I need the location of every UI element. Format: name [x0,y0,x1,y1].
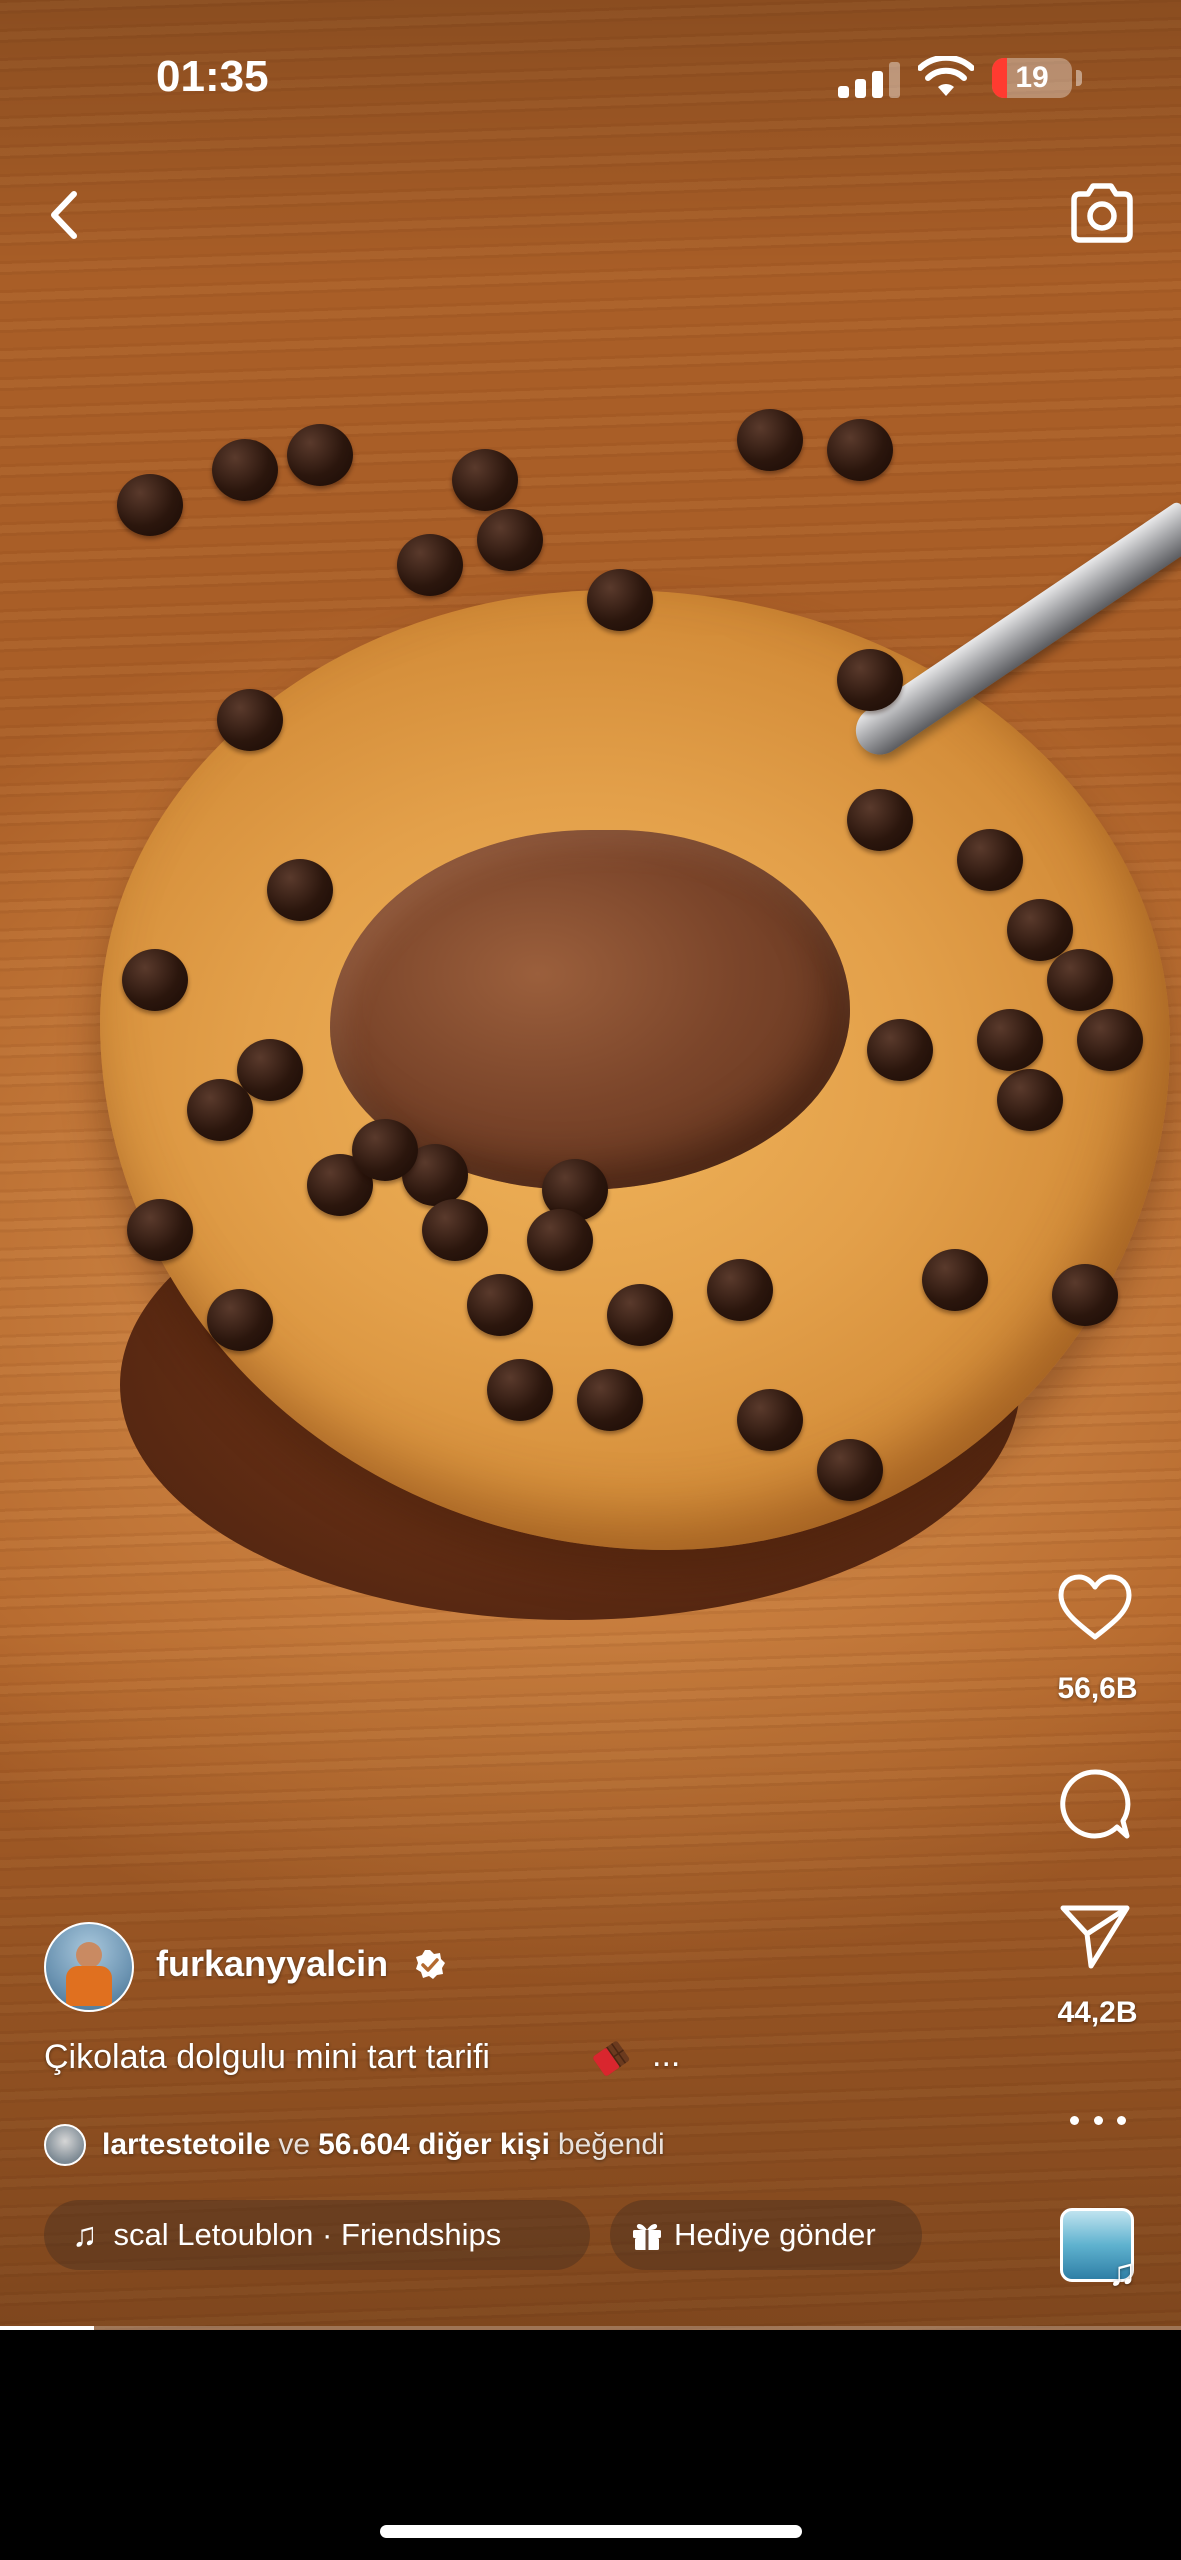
chocolate-chip [1047,949,1113,1011]
chocolate-chip [127,1199,193,1261]
chocolate-chip [867,1019,933,1081]
chocolate-chip [217,689,283,751]
first-liker: lartestetoile [102,2128,271,2161]
chocolate-chip [707,1259,773,1321]
avatar-head [76,1942,102,1968]
chocolate-chip [307,1154,373,1216]
tart-plate [120,1150,1020,1620]
chocolate-filling [330,830,850,1190]
chocolate-chip [212,439,278,501]
chocolate-chip [837,649,903,711]
comment-button[interactable] [1055,1764,1135,1844]
heart-icon [1058,1574,1132,1640]
chocolate-chip [352,1119,418,1181]
chocolate-chip [587,569,653,631]
send-icon [1060,1905,1130,1969]
audio-track: scal Letoublon · Friendships [113,2217,502,2252]
chevron-left-icon[interactable] [36,180,92,250]
chocolate-chip [997,1069,1063,1131]
chocolate-chip [1077,1009,1143,1071]
cookie-tart [100,590,1170,1550]
chocolate-chip [847,789,913,851]
like-button[interactable] [1055,1568,1135,1648]
chocolate-chip [122,949,188,1011]
chocolate-chip [477,509,543,571]
avatar-body [66,1966,112,2006]
share-button[interactable] [1055,1896,1135,1976]
chocolate-chip [207,1289,273,1351]
chocolate-chip [527,1209,593,1271]
music-note-icon: ♫ [1108,2252,1137,2294]
cellular-signal-icon [838,62,900,98]
send-gift-button[interactable]: Hediye gönder [610,2200,922,2270]
gift-icon [633,2223,661,2250]
liker-avatar [44,2124,86,2166]
camera-icon[interactable] [1062,178,1142,248]
caption[interactable]: Çikolata dolgulu mini tart tarifi [44,2038,490,2077]
playback-progress-fill [0,2326,95,2330]
reel-screen: 01:35 19 56,6B 44,2B ♫ furkanyyalcin Çik… [0,0,1181,2560]
chocolate-chip [977,1009,1043,1071]
chocolate-chip [1007,899,1073,961]
likes-others: 56.604 diğer kişi [318,2128,550,2161]
chocolate-chip [577,1369,643,1431]
chocolate-chip [402,1144,468,1206]
chocolate-chip [397,534,463,596]
avatar[interactable] [44,1922,134,2012]
more-horizontal-icon[interactable] [1070,2108,1126,2132]
chocolate-chip [287,424,353,486]
chocolate-chip [607,1284,673,1346]
chocolate-chip [267,859,333,921]
chocolate-chip [467,1274,533,1336]
chocolate-bar-emoji [593,2041,630,2076]
spoon [846,500,1181,764]
likes-connector: ve [278,2128,311,2161]
comment-icon [1060,1769,1131,1839]
chocolate-chip [737,409,803,471]
chocolate-chip [827,419,893,481]
chocolate-chip [452,449,518,511]
wifi-icon [918,56,974,96]
battery-tip [1076,70,1082,86]
chocolate-chip [187,1079,253,1141]
verified-badge-icon [416,1950,445,1979]
chocolate-chip [957,829,1023,891]
chocolate-chip [422,1199,488,1261]
playback-progress[interactable] [0,2326,1181,2330]
share-count: 44,2B [1057,1996,1138,2029]
battery-level: 19 [1015,61,1049,94]
audio-pill[interactable]: ♫ scal Letoublon · Friendships [44,2200,590,2270]
chocolate-chip [117,474,183,536]
chocolate-chip [542,1159,608,1221]
chocolate-chip [817,1439,883,1501]
like-count: 56,6B [1057,1672,1138,1705]
send-gift-label: Hediye gönder [674,2217,876,2252]
username[interactable]: furkanyyalcin [156,1943,388,1985]
chocolate-chip [1052,1264,1118,1326]
home-indicator[interactable] [380,2525,802,2538]
likes-suffix: beğendi [557,2128,665,2161]
chocolate-chip [237,1039,303,1101]
chocolate-chip [487,1359,553,1421]
battery-indicator: 19 [992,58,1072,98]
music-note-icon: ♫ [72,2215,98,2254]
chocolate-chip [922,1249,988,1311]
caption-more[interactable]: ... [652,2036,680,2075]
chocolate-chip [737,1389,803,1451]
status-time: 01:35 [156,52,269,101]
likes-summary[interactable]: lartestetoile ve 56.604 diğer kişi beğen… [44,2124,665,2166]
